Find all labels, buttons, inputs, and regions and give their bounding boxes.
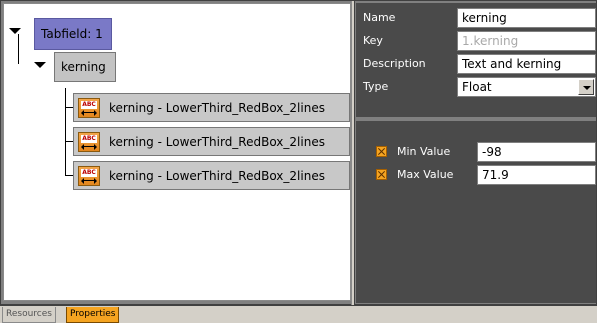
abc-text-icon: ABC [78,97,100,118]
abc-text-icon: ABC [78,165,100,186]
collapse-arrow-icon[interactable] [9,28,21,34]
limits-panel: Min Value -98 Max Value 71.9 [356,121,596,303]
tree-connector [65,141,73,142]
main-window: Tabfield: 1 kerning ABC kerning - LowerT… [0,0,597,306]
property-label: Name [363,11,396,24]
limit-label: Max Value [397,168,454,181]
key-field: 1.kerning [457,31,596,51]
property-label: Type [363,80,389,93]
property-row-key: Key 1.kerning [356,30,596,52]
limit-label: Min Value [397,145,451,158]
max-value-field[interactable]: 71.9 [477,165,596,185]
panel-splitter[interactable] [351,1,355,306]
properties-panel: Name kerning Key 1.kerning Description T… [356,3,596,117]
tree-item-label: kerning - LowerThird_RedBox_2lines [109,100,325,115]
tree-connector [65,88,66,176]
property-label: Key [363,34,383,47]
type-select[interactable]: Float [457,77,596,97]
limit-row-min: Min Value -98 [356,141,596,163]
tab-label: Properties [70,309,116,319]
tab-resources[interactable]: Resources [2,307,56,323]
property-row-name: Name kerning [356,7,596,29]
collapse-arrow-icon[interactable] [34,62,46,68]
min-value-field[interactable]: -98 [477,142,596,162]
property-label: Description [363,57,426,70]
tree-node-root[interactable]: Tabfield: 1 [34,18,112,50]
chevron-down-icon[interactable] [578,79,594,95]
property-row-description: Description Text and kerning [356,53,596,75]
tree-connector [65,175,73,176]
limit-row-max: Max Value 71.9 [356,164,596,186]
tree-connector [65,107,73,108]
tab-label: Resources [6,309,52,319]
tab-properties[interactable]: Properties [66,307,120,323]
tree-node-group[interactable]: kerning [54,52,116,82]
abc-text-icon: ABC [78,131,100,152]
tree-node-root-label: Tabfield: 1 [41,27,103,41]
tree-node-group-label: kerning [61,60,106,74]
checkbox-icon[interactable] [376,169,387,180]
tree-item[interactable]: ABC kerning - LowerThird_RedBox_2lines [73,127,350,156]
type-select-value: Float [462,80,492,94]
bottom-tabstrip: Resources Properties [0,305,597,323]
checkbox-icon[interactable] [376,146,387,157]
description-field[interactable]: Text and kerning [457,54,596,74]
tree-item[interactable]: ABC kerning - LowerThird_RedBox_2lines [73,161,350,190]
property-row-type: Type Float [356,76,596,98]
tree-view[interactable]: Tabfield: 1 kerning ABC kerning - LowerT… [3,3,351,301]
tree-connector [18,34,19,64]
name-field[interactable]: kerning [457,8,596,28]
tree-item[interactable]: ABC kerning - LowerThird_RedBox_2lines [73,93,350,122]
tree-item-label: kerning - LowerThird_RedBox_2lines [109,168,325,183]
tree-item-label: kerning - LowerThird_RedBox_2lines [109,134,325,149]
